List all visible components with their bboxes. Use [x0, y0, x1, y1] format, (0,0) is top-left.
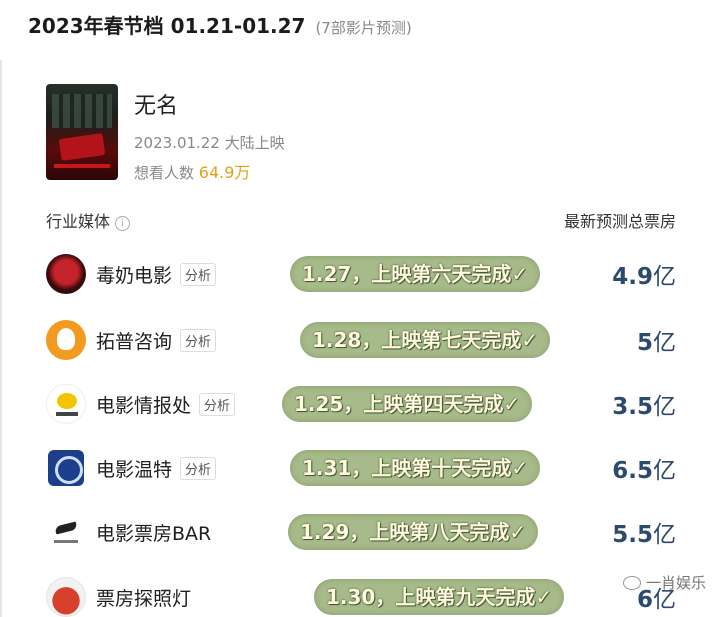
media-name[interactable]: 拓普咨询 [96, 327, 172, 354]
left-divider [0, 60, 2, 617]
media-avatar[interactable] [48, 450, 84, 486]
handwritten-note: 1.29，上映第八天完成✓ [288, 514, 539, 550]
movie-release: 2023.01.22 大陆上映 [134, 134, 285, 152]
page-header: 2023年春节档 01.21-01.27 (7部影片预测) [28, 10, 412, 44]
media-avatar[interactable] [46, 254, 86, 294]
forecast-number: 5 [636, 330, 653, 356]
forecast-unit: 亿 [653, 522, 676, 548]
wechat-icon [622, 575, 641, 590]
media-avatar[interactable] [46, 320, 86, 360]
analysis-tag[interactable]: 分析 [180, 456, 217, 480]
movie-poster[interactable] [46, 84, 118, 180]
media-row[interactable]: 毒奶电影 分析 1.27，上映第六天完成✓ 4.9亿 [46, 248, 676, 300]
media-row[interactable]: 票房探照灯 1.30，上映第九天完成✓ 6亿 [46, 571, 676, 617]
media-name[interactable]: 票房探照灯 [96, 584, 191, 611]
forecast-value: 5亿 [637, 323, 676, 357]
forecast-column-header: 最新预测总票房 [563, 212, 676, 231]
media-row[interactable]: 电影票房BAR 1.29，上映第八天完成✓ 5.5亿 [46, 506, 676, 558]
forecast-unit: 亿 [653, 394, 676, 420]
movie-title: 无名 [134, 94, 179, 119]
page-title: 2023年春节档 01.21-01.27 [28, 14, 306, 38]
media-name[interactable]: 电影情报处 [96, 391, 191, 418]
want-value: 64.9万 [198, 163, 251, 182]
media-name[interactable]: 电影温特 [96, 455, 172, 482]
forecast-unit: 亿 [653, 458, 676, 484]
watermark: 一肖娱乐 [622, 572, 706, 593]
analysis-tag[interactable]: 分析 [180, 328, 217, 352]
media-name[interactable]: 电影票房BAR [96, 519, 211, 546]
analysis-tag[interactable]: 分析 [180, 262, 217, 286]
forecast-unit: 亿 [653, 330, 676, 356]
media-avatar[interactable] [46, 512, 86, 552]
want-label: 想看人数 [134, 164, 195, 182]
forecast-unit: 亿 [653, 264, 676, 290]
media-row[interactable]: 拓普咨询 分析 1.28，上映第七天完成✓ 5亿 [46, 314, 676, 366]
forecast-number: 6.5 [612, 458, 653, 484]
info-icon[interactable]: i [115, 216, 131, 231]
movie-info: 无名 2023.01.22 大陆上映 想看人数 64.9万 [134, 84, 285, 183]
media-name[interactable]: 毒奶电影 [96, 261, 172, 288]
media-row[interactable]: 电影情报处 分析 1.25，上映第四天完成✓ 3.5亿 [46, 378, 676, 430]
forecast-value: 5.5亿 [612, 515, 676, 549]
handwritten-note: 1.30，上映第九天完成✓ [314, 579, 565, 615]
page-subtitle: (7部影片预测) [315, 19, 412, 37]
forecast-number: 5.5 [612, 522, 653, 548]
handwritten-note: 1.25，上映第四天完成✓ [282, 386, 533, 422]
watermark-text: 一肖娱乐 [645, 574, 706, 592]
media-column-label: 行业媒体 [46, 212, 111, 231]
movie-card[interactable]: 无名 2023.01.22 大陆上映 想看人数 64.9万 [46, 84, 285, 183]
media-row[interactable]: 电影温特 分析 1.31，上映第十天完成✓ 6.5亿 [46, 442, 676, 494]
media-column-header: 行业媒体 i [46, 208, 131, 232]
handwritten-note: 1.27，上映第六天完成✓ [290, 256, 541, 292]
forecast-value: 6.5亿 [612, 451, 676, 485]
movie-want-count: 想看人数 64.9万 [134, 159, 285, 183]
forecast-value: 3.5亿 [612, 387, 676, 421]
column-headers: 行业媒体 i 最新预测总票房 [46, 208, 676, 232]
forecast-value: 4.9亿 [612, 257, 676, 291]
handwritten-note: 1.31，上映第十天完成✓ [290, 450, 541, 486]
handwritten-note: 1.28，上映第七天完成✓ [300, 322, 551, 358]
analysis-tag[interactable]: 分析 [199, 392, 236, 416]
forecast-number: 3.5 [612, 394, 653, 420]
media-avatar[interactable] [46, 577, 86, 617]
forecast-number: 4.9 [612, 264, 653, 290]
media-avatar[interactable] [46, 384, 86, 424]
